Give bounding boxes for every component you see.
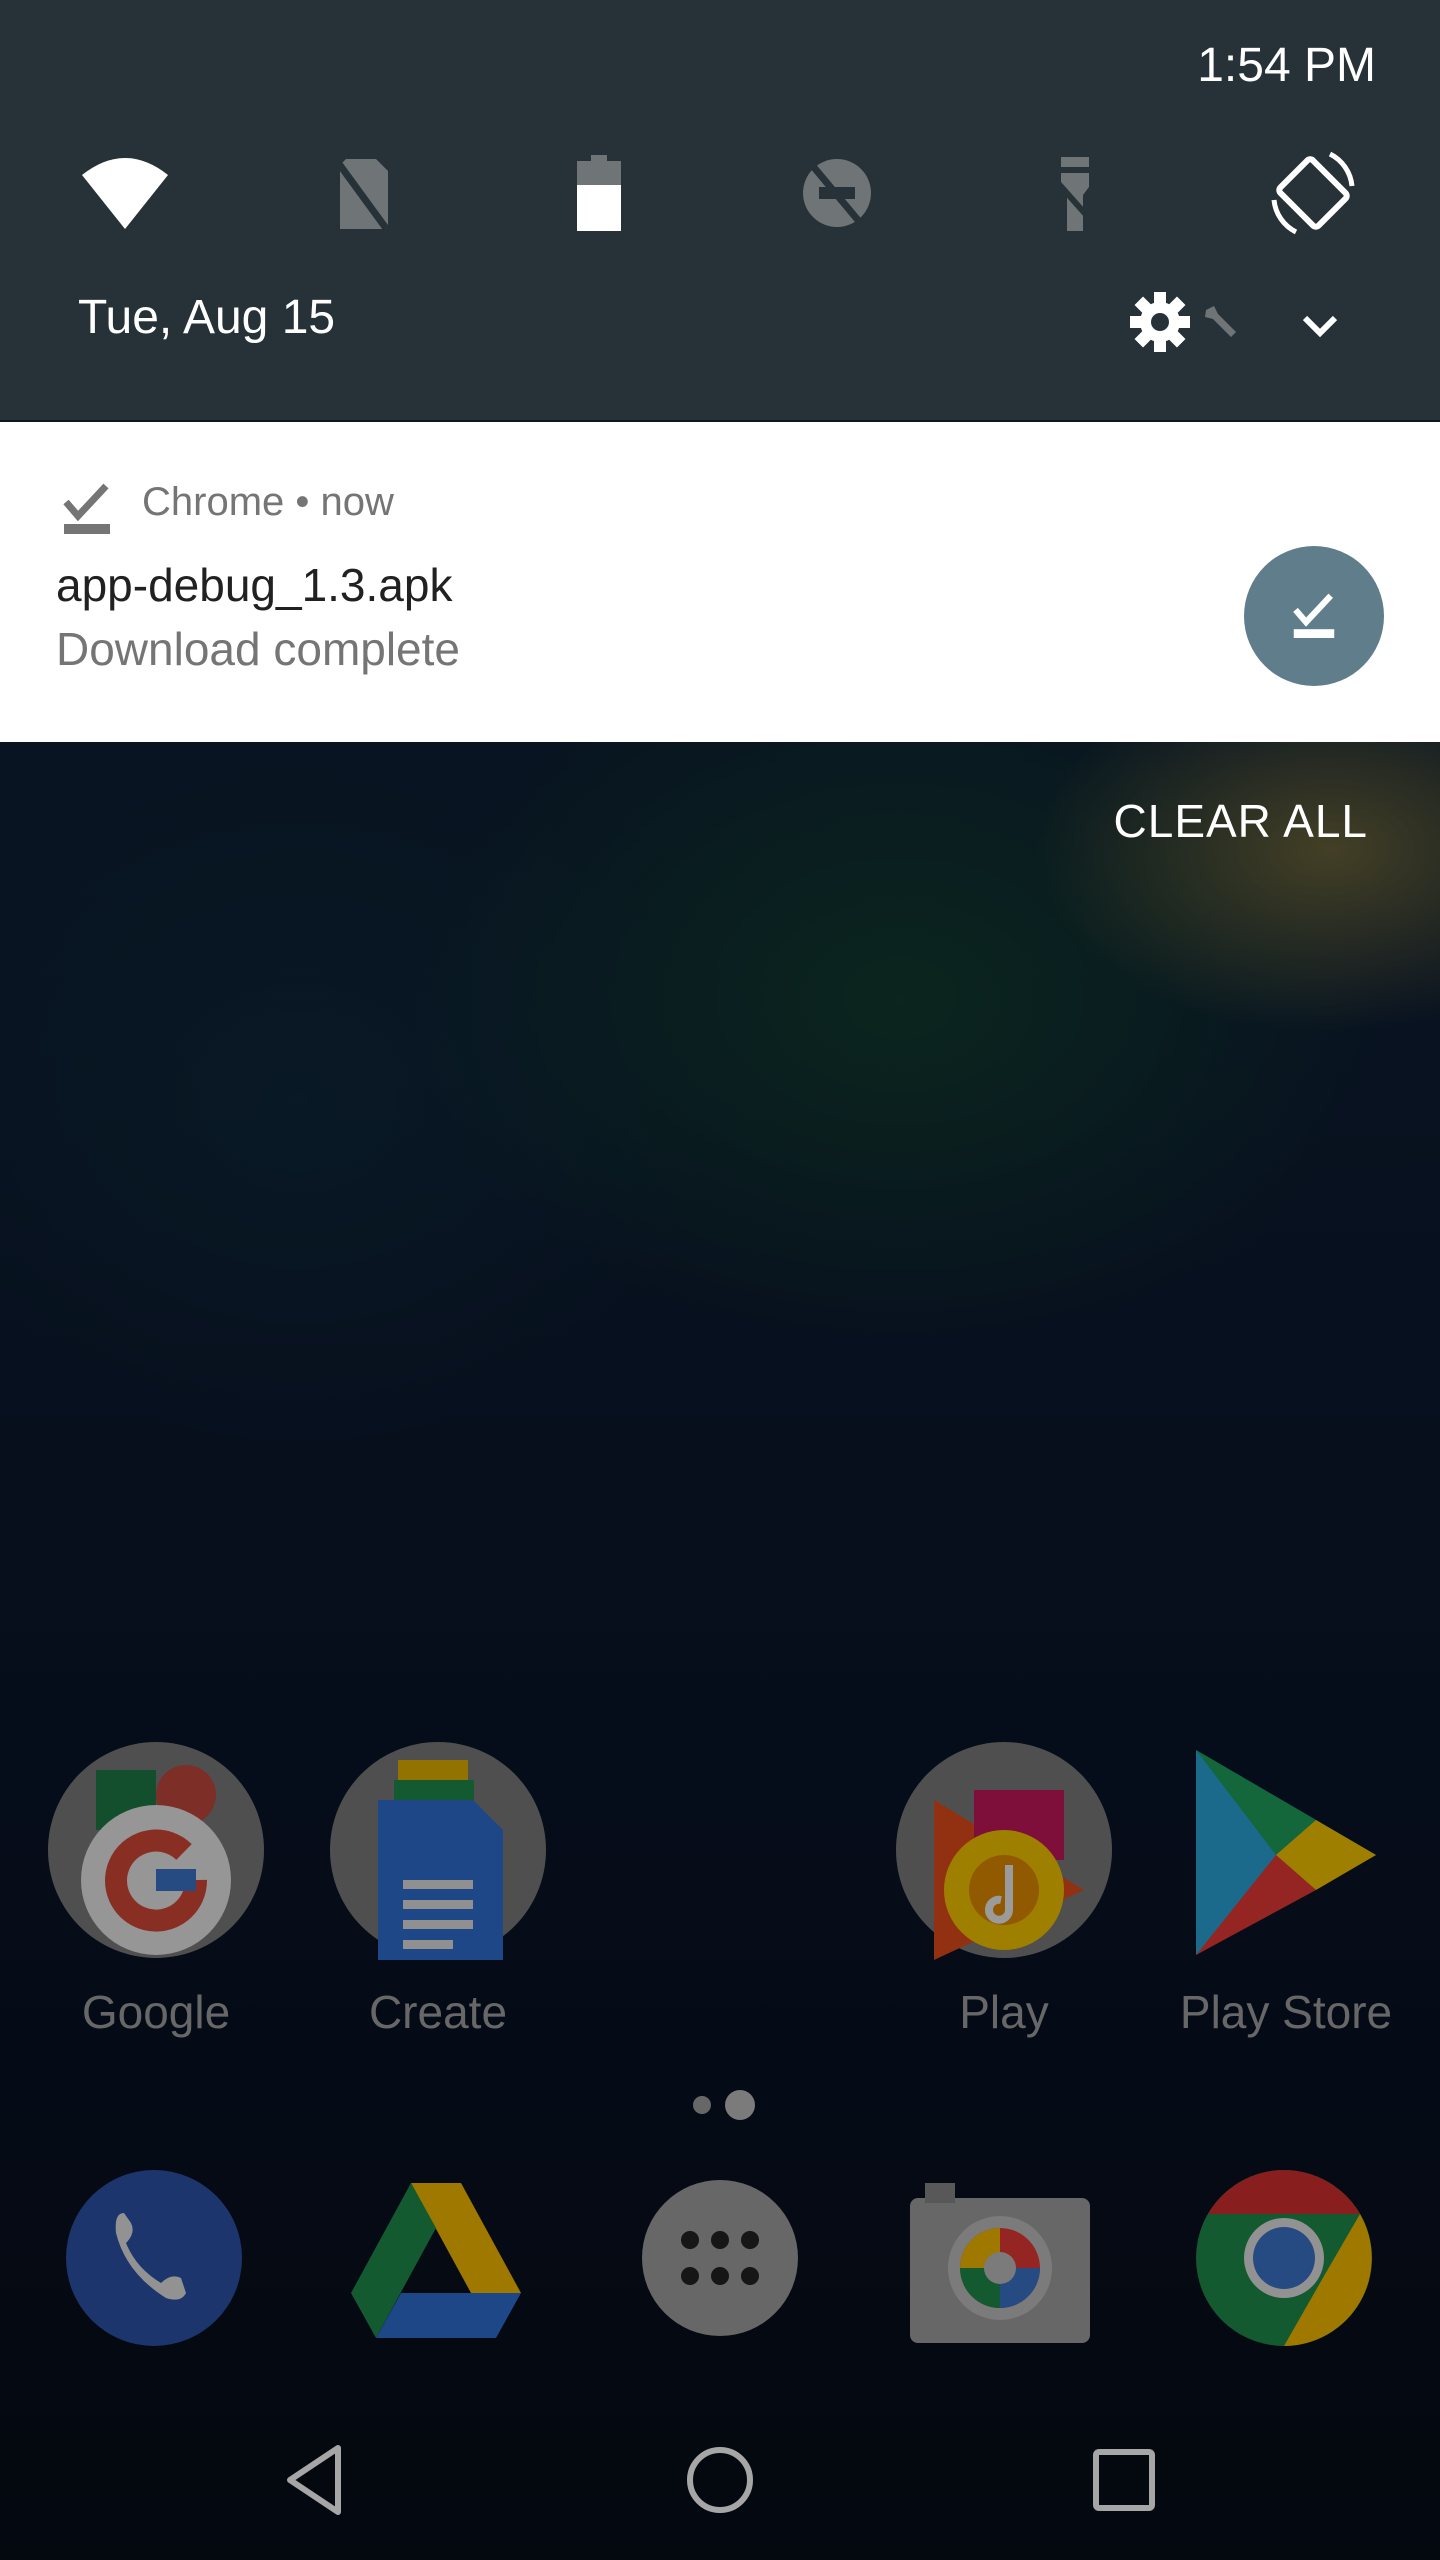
clock: 1:54 PM xyxy=(1197,39,1376,92)
battery-icon xyxy=(577,155,621,231)
notification-app-line: Chrome • now xyxy=(142,480,394,524)
notification-title: app-debug_1.3.apk xyxy=(56,559,453,611)
clear-all-button[interactable]: CLEAR ALL xyxy=(1114,794,1368,848)
do-not-disturb-off-icon xyxy=(803,156,871,233)
expand-chevron-down-icon[interactable] xyxy=(1295,300,1345,350)
tile-sim[interactable] xyxy=(318,148,408,238)
no-sim-icon xyxy=(331,154,391,233)
tile-battery[interactable] xyxy=(554,148,644,238)
download-notification[interactable]: Chrome • now app-debug_1.3.apk Download … xyxy=(0,422,1440,742)
system-ui-tuner-wrench-icon xyxy=(1205,306,1236,337)
download-done-icon xyxy=(1293,593,1335,638)
tile-flashlight[interactable] xyxy=(1030,148,1120,238)
date-label: Tue, Aug 15 xyxy=(78,291,336,344)
tile-auto-rotate[interactable] xyxy=(1268,148,1358,238)
tile-do-not-disturb[interactable] xyxy=(792,148,882,238)
tile-wifi[interactable] xyxy=(80,148,170,238)
settings-gear-icon[interactable] xyxy=(1128,290,1192,354)
auto-rotate-icon xyxy=(1271,151,1355,235)
wifi-icon xyxy=(82,158,168,229)
quick-settings-tiles xyxy=(0,148,1440,235)
flashlight-off-icon xyxy=(1046,157,1100,231)
notification-subtitle: Download complete xyxy=(56,623,461,675)
download-done-icon xyxy=(63,483,110,534)
open-download-button[interactable] xyxy=(1244,546,1384,686)
quick-settings-panel: 1:54 PM Tue, Aug 15 xyxy=(0,0,1440,420)
